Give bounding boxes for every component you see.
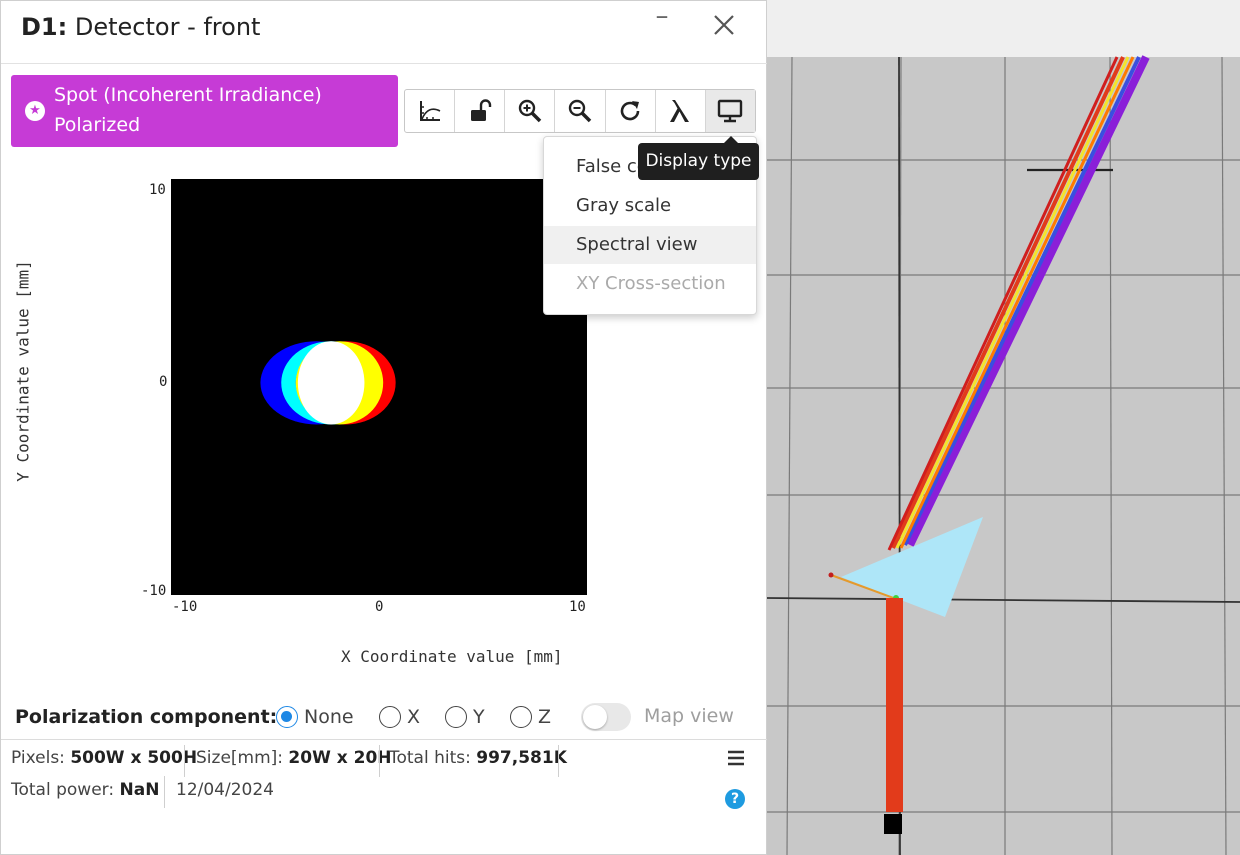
detector-id: D1: (21, 13, 68, 41)
hits-info: Total hits: 997,581K (389, 748, 567, 768)
hamburger-menu-icon[interactable] (725, 747, 747, 769)
radio-circle (510, 706, 532, 728)
axes-icon (419, 101, 440, 121)
radio-label: X (407, 706, 421, 728)
power-info: Total power: NaN (11, 780, 160, 800)
window-title: D1: Detector - front (21, 13, 260, 41)
polarization-z-radio[interactable]: Z (510, 705, 560, 731)
y-tick-label: -10 (141, 583, 167, 599)
divider (558, 745, 559, 777)
close-icon (714, 15, 734, 35)
title-divider (1, 63, 767, 64)
spot-plot (171, 179, 587, 595)
analysis-mode-label: Polarized (54, 114, 141, 136)
spot-4 (297, 341, 365, 425)
map-view-label: Map view (644, 705, 734, 727)
map-view-toggle[interactable] (581, 703, 631, 731)
radio-label: Y (473, 706, 485, 728)
polarization-none-radio[interactable]: None (276, 705, 356, 731)
date-label: 12/04/2024 (176, 780, 274, 800)
refresh-icon (620, 101, 640, 121)
display-type-tooltip: Display type (638, 136, 759, 180)
zoom-out-icon (568, 99, 592, 123)
polarization-label: Polarization component: (15, 706, 278, 728)
menu-item-gray-scale[interactable]: Gray scale (544, 187, 756, 225)
input-beam (886, 598, 903, 812)
unlock-icon (470, 99, 491, 121)
close-button[interactable] (711, 13, 737, 39)
zoom-in-button[interactable] (505, 90, 556, 132)
toggle-knob (583, 705, 607, 729)
display-type-button[interactable] (705, 90, 755, 132)
polarization-y-radio[interactable]: Y (445, 705, 495, 731)
monitor-icon (718, 99, 743, 123)
size-info: Size[mm]: 20W x 20H (196, 748, 392, 768)
polarization-x-radio[interactable]: X (379, 705, 429, 731)
x-tick-label: 10 (569, 599, 586, 615)
star-icon: ★ (25, 101, 45, 121)
scene-floor (767, 57, 1240, 855)
ray-point (828, 572, 834, 578)
title-bar: D1: Detector - front – (1, 1, 767, 59)
analysis-type-label: Spot (Incoherent Irradiance) (54, 84, 322, 106)
y-axis-label: Y Coordinate value [mm] (13, 260, 33, 482)
3d-scene-viewport[interactable] (767, 0, 1240, 855)
scene-header (767, 0, 1240, 57)
minimize-button[interactable]: – (651, 3, 673, 29)
info-divider (1, 739, 767, 740)
radio-circle (445, 706, 467, 728)
y-tick-label: 10 (149, 182, 166, 198)
x-tick-label: 0 (375, 599, 384, 615)
refresh-button[interactable] (606, 90, 656, 132)
analysis-type-badge[interactable]: ★ Spot (Incoherent Irradiance) Polarized (11, 75, 398, 147)
lambda-icon (670, 100, 690, 122)
x-tick-label: -10 (172, 599, 198, 615)
zoom-out-button[interactable] (555, 90, 606, 132)
help-icon[interactable]: ? (725, 789, 745, 809)
divider (184, 745, 185, 777)
radio-label: None (304, 706, 354, 728)
zoom-in-icon (518, 99, 542, 123)
lock-button[interactable] (455, 90, 506, 132)
menu-item-spectral-view[interactable]: Spectral view (544, 226, 756, 264)
menu-item-xy-cross-section: XY Cross-section (576, 273, 726, 294)
x-axis-label: X Coordinate value [mm] (341, 647, 563, 666)
detector-toolbar (404, 89, 756, 133)
radio-circle (379, 706, 401, 728)
radio-circle (276, 706, 298, 728)
detector-panel: D1: Detector - front – ★ Spot (Incoheren… (0, 0, 767, 855)
source (884, 814, 902, 834)
divider (164, 776, 165, 808)
detector-name: Detector - front (74, 13, 261, 41)
pixels-info: Pixels: 500W x 500H (11, 748, 198, 768)
wavelength-button[interactable] (656, 90, 706, 132)
radio-label: Z (538, 706, 552, 728)
divider (379, 745, 380, 777)
axes-button[interactable] (405, 90, 456, 132)
y-tick-label: 0 (159, 374, 168, 390)
